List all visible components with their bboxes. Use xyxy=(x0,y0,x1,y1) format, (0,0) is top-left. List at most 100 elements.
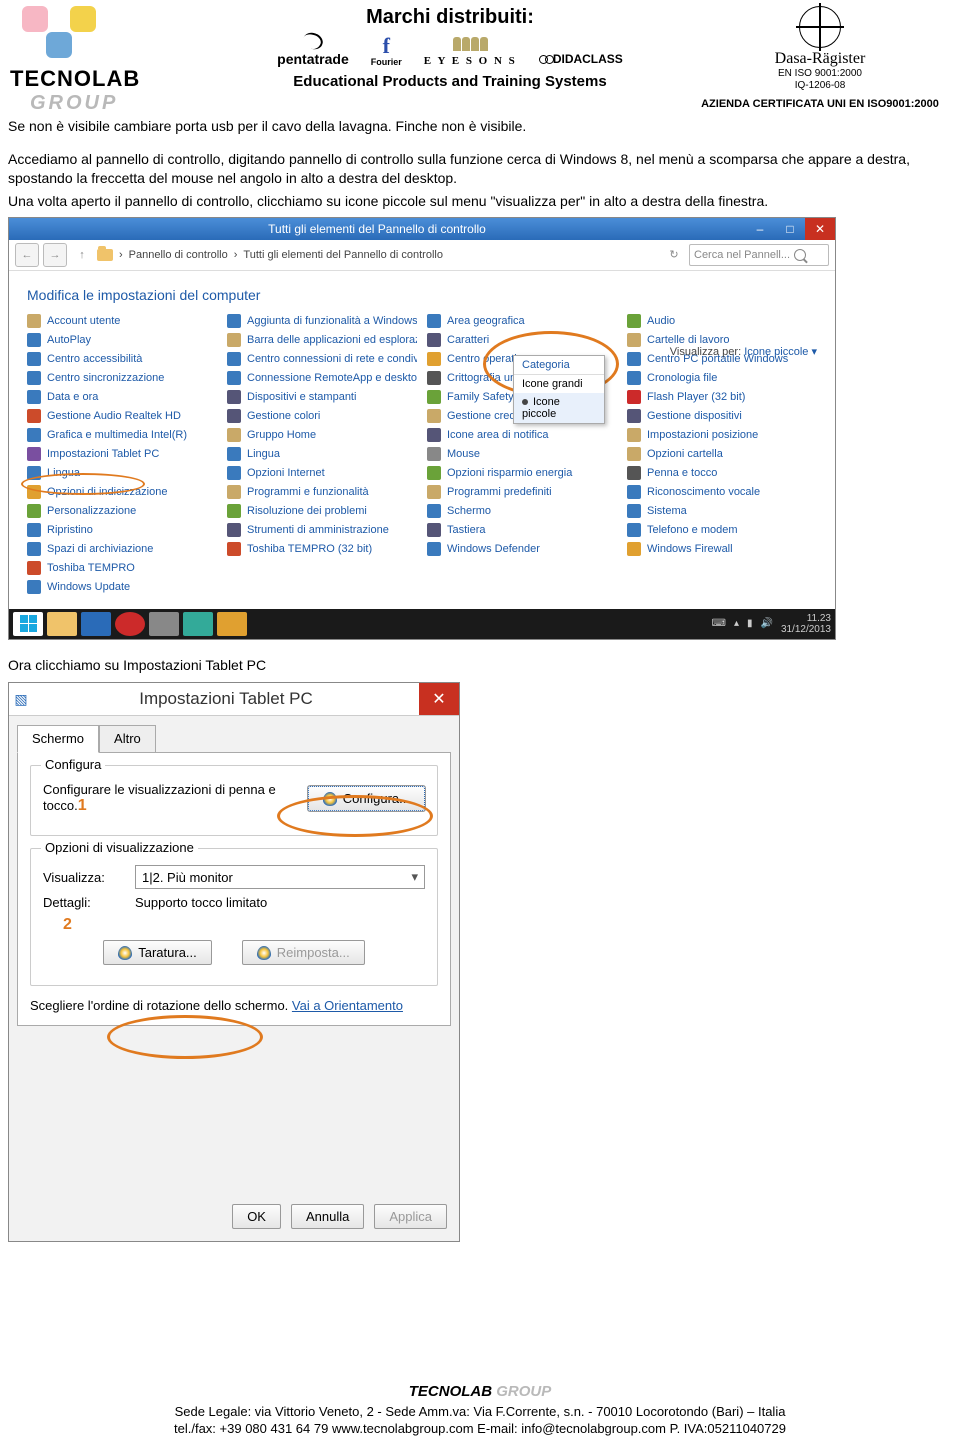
cp-item-icon xyxy=(27,504,41,518)
orientation-hint: Scegliere l'ordine di rotazione dello sc… xyxy=(30,998,438,1013)
cp-item[interactable] xyxy=(427,560,617,576)
maximize-button[interactable]: □ xyxy=(775,218,805,240)
search-icon xyxy=(794,249,806,261)
cp-item[interactable]: Ripristino xyxy=(27,522,217,538)
edu-subtitle: Educational Products and Training System… xyxy=(210,73,690,90)
cp-item-icon xyxy=(227,485,241,499)
cp-item[interactable]: Gruppo Home xyxy=(227,427,417,443)
cp-item[interactable]: Schermo xyxy=(427,503,617,519)
cp-item[interactable]: Aggiunta di funzionalità a Windows ... xyxy=(227,313,417,329)
cp-item[interactable]: Data e ora xyxy=(27,389,217,405)
cp-item[interactable]: Tastiera xyxy=(427,522,617,538)
close-button[interactable]: ✕ xyxy=(419,683,459,715)
cp-item[interactable] xyxy=(427,579,617,595)
cp-item[interactable]: Opzioni Internet xyxy=(227,465,417,481)
tab-altro[interactable]: Altro xyxy=(99,725,156,753)
tab-schermo[interactable]: Schermo xyxy=(17,725,99,753)
cp-item[interactable]: Opzioni cartella xyxy=(627,446,817,462)
taskbar-app-icon[interactable] xyxy=(81,612,111,636)
cp-item[interactable]: Riconoscimento vocale xyxy=(627,484,817,500)
cp-item[interactable]: Gestione colori xyxy=(227,408,417,424)
keyboard-icon[interactable]: ⌨ xyxy=(712,618,726,629)
taskbar-app-icon[interactable] xyxy=(115,612,145,636)
calibrate-button[interactable]: Taratura... xyxy=(103,940,212,965)
taskbar-app-icon[interactable] xyxy=(183,612,213,636)
cp-item[interactable]: Risoluzione dei problemi xyxy=(227,503,417,519)
breadcrumb[interactable]: › Pannello di controllo › Tutti gli elem… xyxy=(97,249,659,261)
logo-icon xyxy=(10,6,110,64)
cp-item[interactable]: Connessione RemoteApp e desktop xyxy=(227,370,417,386)
cp-item[interactable]: Penna e tocco xyxy=(627,465,817,481)
minimize-button[interactable]: – xyxy=(745,218,775,240)
volume-icon[interactable]: 🔊 xyxy=(760,618,772,629)
cp-item[interactable]: Gestione dispositivi xyxy=(627,408,817,424)
taskbar-explorer-icon[interactable] xyxy=(47,612,77,636)
cancel-button[interactable]: Annulla xyxy=(291,1204,364,1229)
start-button[interactable] xyxy=(13,612,43,636)
cp-item[interactable]: Audio xyxy=(627,313,817,329)
cp-item[interactable]: Windows Update xyxy=(27,579,217,595)
cp-item[interactable]: Icone area di notifica xyxy=(427,427,617,443)
system-tray[interactable]: ⌨ ▴ ▮ 🔊 11.23 31/12/2013 xyxy=(712,613,832,635)
cp-item[interactable]: Dispositivi e stampanti xyxy=(227,389,417,405)
cp-item[interactable]: Centro accessibilità xyxy=(27,351,217,367)
cp-item[interactable]: Area geografica xyxy=(427,313,617,329)
cp-item[interactable]: Windows Defender xyxy=(427,541,617,557)
cp-item[interactable] xyxy=(227,560,417,576)
cp-item-icon xyxy=(427,523,441,537)
cp-item[interactable]: Telefono e modem xyxy=(627,522,817,538)
up-button[interactable]: ↑ xyxy=(71,244,93,266)
cp-item-icon xyxy=(427,333,441,347)
cp-item[interactable]: AutoPlay xyxy=(27,332,217,348)
cp-item[interactable]: Centro connessioni di rete e condivis... xyxy=(227,351,417,367)
cp-item[interactable]: Impostazioni posizione xyxy=(627,427,817,443)
refresh-button[interactable]: ↻ xyxy=(663,244,685,266)
cp-item[interactable]: Flash Player (32 bit) xyxy=(627,389,817,405)
network-icon[interactable]: ▮ xyxy=(747,618,753,629)
viewby-dropdown[interactable]: Categoria Icone grandi Icone piccole xyxy=(513,355,605,424)
cp-item[interactable] xyxy=(227,579,417,595)
cp-item[interactable]: Mouse xyxy=(427,446,617,462)
cp-item-icon xyxy=(227,314,241,328)
cp-item[interactable] xyxy=(627,579,817,595)
taskbar-app-icon[interactable] xyxy=(149,612,179,636)
cp-item[interactable]: Grafica e multimedia Intel(R) xyxy=(27,427,217,443)
cp-item[interactable]: Personalizzazione xyxy=(27,503,217,519)
cp-item[interactable] xyxy=(627,560,817,576)
cp-item[interactable]: Windows Firewall xyxy=(627,541,817,557)
folder-icon xyxy=(97,249,113,261)
cp-item[interactable]: Toshiba TEMPRO (32 bit) xyxy=(227,541,417,557)
search-input[interactable]: Cerca nel Pannell... xyxy=(689,244,829,266)
cp-item[interactable]: Account utente xyxy=(27,313,217,329)
cp-item-icon xyxy=(627,314,641,328)
back-button[interactable]: ← xyxy=(15,243,39,267)
cp-item[interactable]: Impostazioni Tablet PC xyxy=(27,446,217,462)
pentatrade-icon xyxy=(301,30,325,52)
reset-button[interactable]: Reimposta... xyxy=(242,940,365,965)
ok-button[interactable]: OK xyxy=(232,1204,281,1229)
orientation-link[interactable]: Vai a Orientamento xyxy=(292,998,403,1013)
taskbar-app-icon[interactable] xyxy=(217,612,247,636)
cp-item[interactable]: Lingua xyxy=(227,446,417,462)
cp-item[interactable]: Sistema xyxy=(627,503,817,519)
cp-item[interactable]: Gestione Audio Realtek HD xyxy=(27,408,217,424)
cp-item[interactable]: Toshiba TEMPRO xyxy=(27,560,217,576)
page-footer: TECNOLAB GROUP Sede Legale: via Vittorio… xyxy=(0,1382,960,1441)
apply-button[interactable]: Applica xyxy=(374,1204,447,1229)
cp-item[interactable]: Programmi e funzionalità xyxy=(227,484,417,500)
cp-item[interactable]: Barra delle applicazioni ed esplorazio..… xyxy=(227,332,417,348)
cp-item-icon xyxy=(27,409,41,423)
cp-item[interactable]: Spazi di archiviazione xyxy=(27,541,217,557)
display-select[interactable]: 1|2. Più monitor xyxy=(135,865,425,889)
logo-line2: GROUP xyxy=(30,92,210,115)
cp-item-icon xyxy=(27,580,41,594)
cp-item[interactable]: Strumenti di amministrazione xyxy=(227,522,417,538)
forward-button[interactable]: → xyxy=(43,243,67,267)
close-button[interactable]: ✕ xyxy=(805,218,835,240)
cp-item[interactable]: Centro sincronizzazione xyxy=(27,370,217,386)
dialog-titlebar: ▧ Impostazioni Tablet PC ✕ xyxy=(9,683,459,716)
cp-item[interactable]: Programmi predefiniti xyxy=(427,484,617,500)
view-by[interactable]: Visualizza per: Icone piccole ▾ xyxy=(670,345,817,358)
cp-item[interactable]: Opzioni risparmio energia xyxy=(427,465,617,481)
cp-item[interactable]: Cronologia file xyxy=(627,370,817,386)
